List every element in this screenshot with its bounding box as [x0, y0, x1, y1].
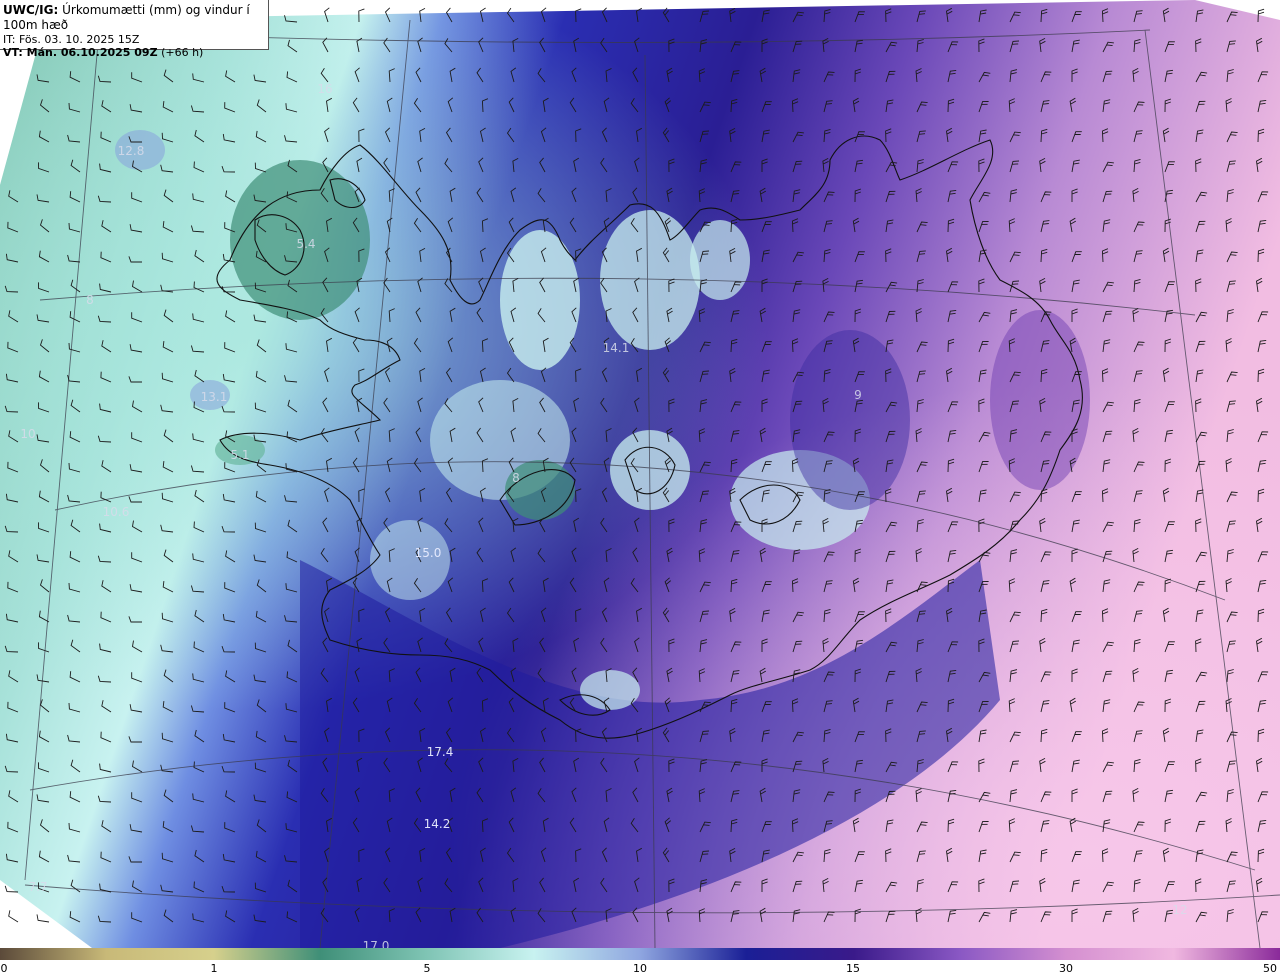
colorbar-tick-5: 5 [423, 962, 431, 975]
colorbar-tick-1: 1 [210, 962, 218, 975]
forecast-lead: (+66 h) [161, 46, 204, 59]
colorbar [0, 948, 1280, 960]
label-8-mid: 8 [512, 471, 520, 485]
label-13-1: 13.1 [200, 390, 228, 404]
label-12-se: 12 [1172, 903, 1188, 917]
precip-field [0, 0, 1280, 948]
label-10-6: 10.6 [102, 505, 130, 519]
forecast-map-view: UWC/IG: Úrkomumætti (mm) og vindur í 100… [0, 0, 1280, 978]
wind-barb [36, 914, 50, 923]
label-14-2: 14.2 [423, 817, 451, 831]
label-5-1: 5.1 [230, 448, 250, 462]
valid-time: VT: Mán. 06.10.2025 09Z [3, 46, 158, 59]
init-time: IT: Fös. 03. 10. 2025 15Z [3, 33, 140, 46]
colorbar-tick-50: 50 [1263, 962, 1277, 975]
map-title-box: UWC/IG: Úrkomumætti (mm) og vindur í 100… [0, 0, 269, 59]
label-5-4: 5.4 [296, 237, 316, 251]
label-15-0: 15.0 [414, 546, 442, 560]
label-9-e: 9 [854, 388, 862, 402]
label-8-nw: 8 [86, 293, 94, 307]
label-7-7: 7.7 [28, 880, 48, 894]
colorbar-tick-15: 15 [846, 962, 860, 975]
colorbar-tick-30: 30 [1059, 962, 1073, 975]
model-label: UWC/IG: [3, 3, 59, 17]
label-17-4: 17.4 [426, 745, 454, 759]
label-14-1: 14.1 [602, 341, 630, 355]
colorbar-tick-0: 0 [0, 962, 8, 975]
colorbar-tick-10: 10 [633, 962, 647, 975]
label-10-w: 10 [20, 427, 36, 441]
wind-barb [8, 910, 19, 923]
label-16: 16 [317, 82, 333, 96]
precipitation-map [0, 0, 1280, 948]
colorbar-gradient [0, 948, 1280, 960]
label-12-8: 12.8 [117, 144, 145, 158]
